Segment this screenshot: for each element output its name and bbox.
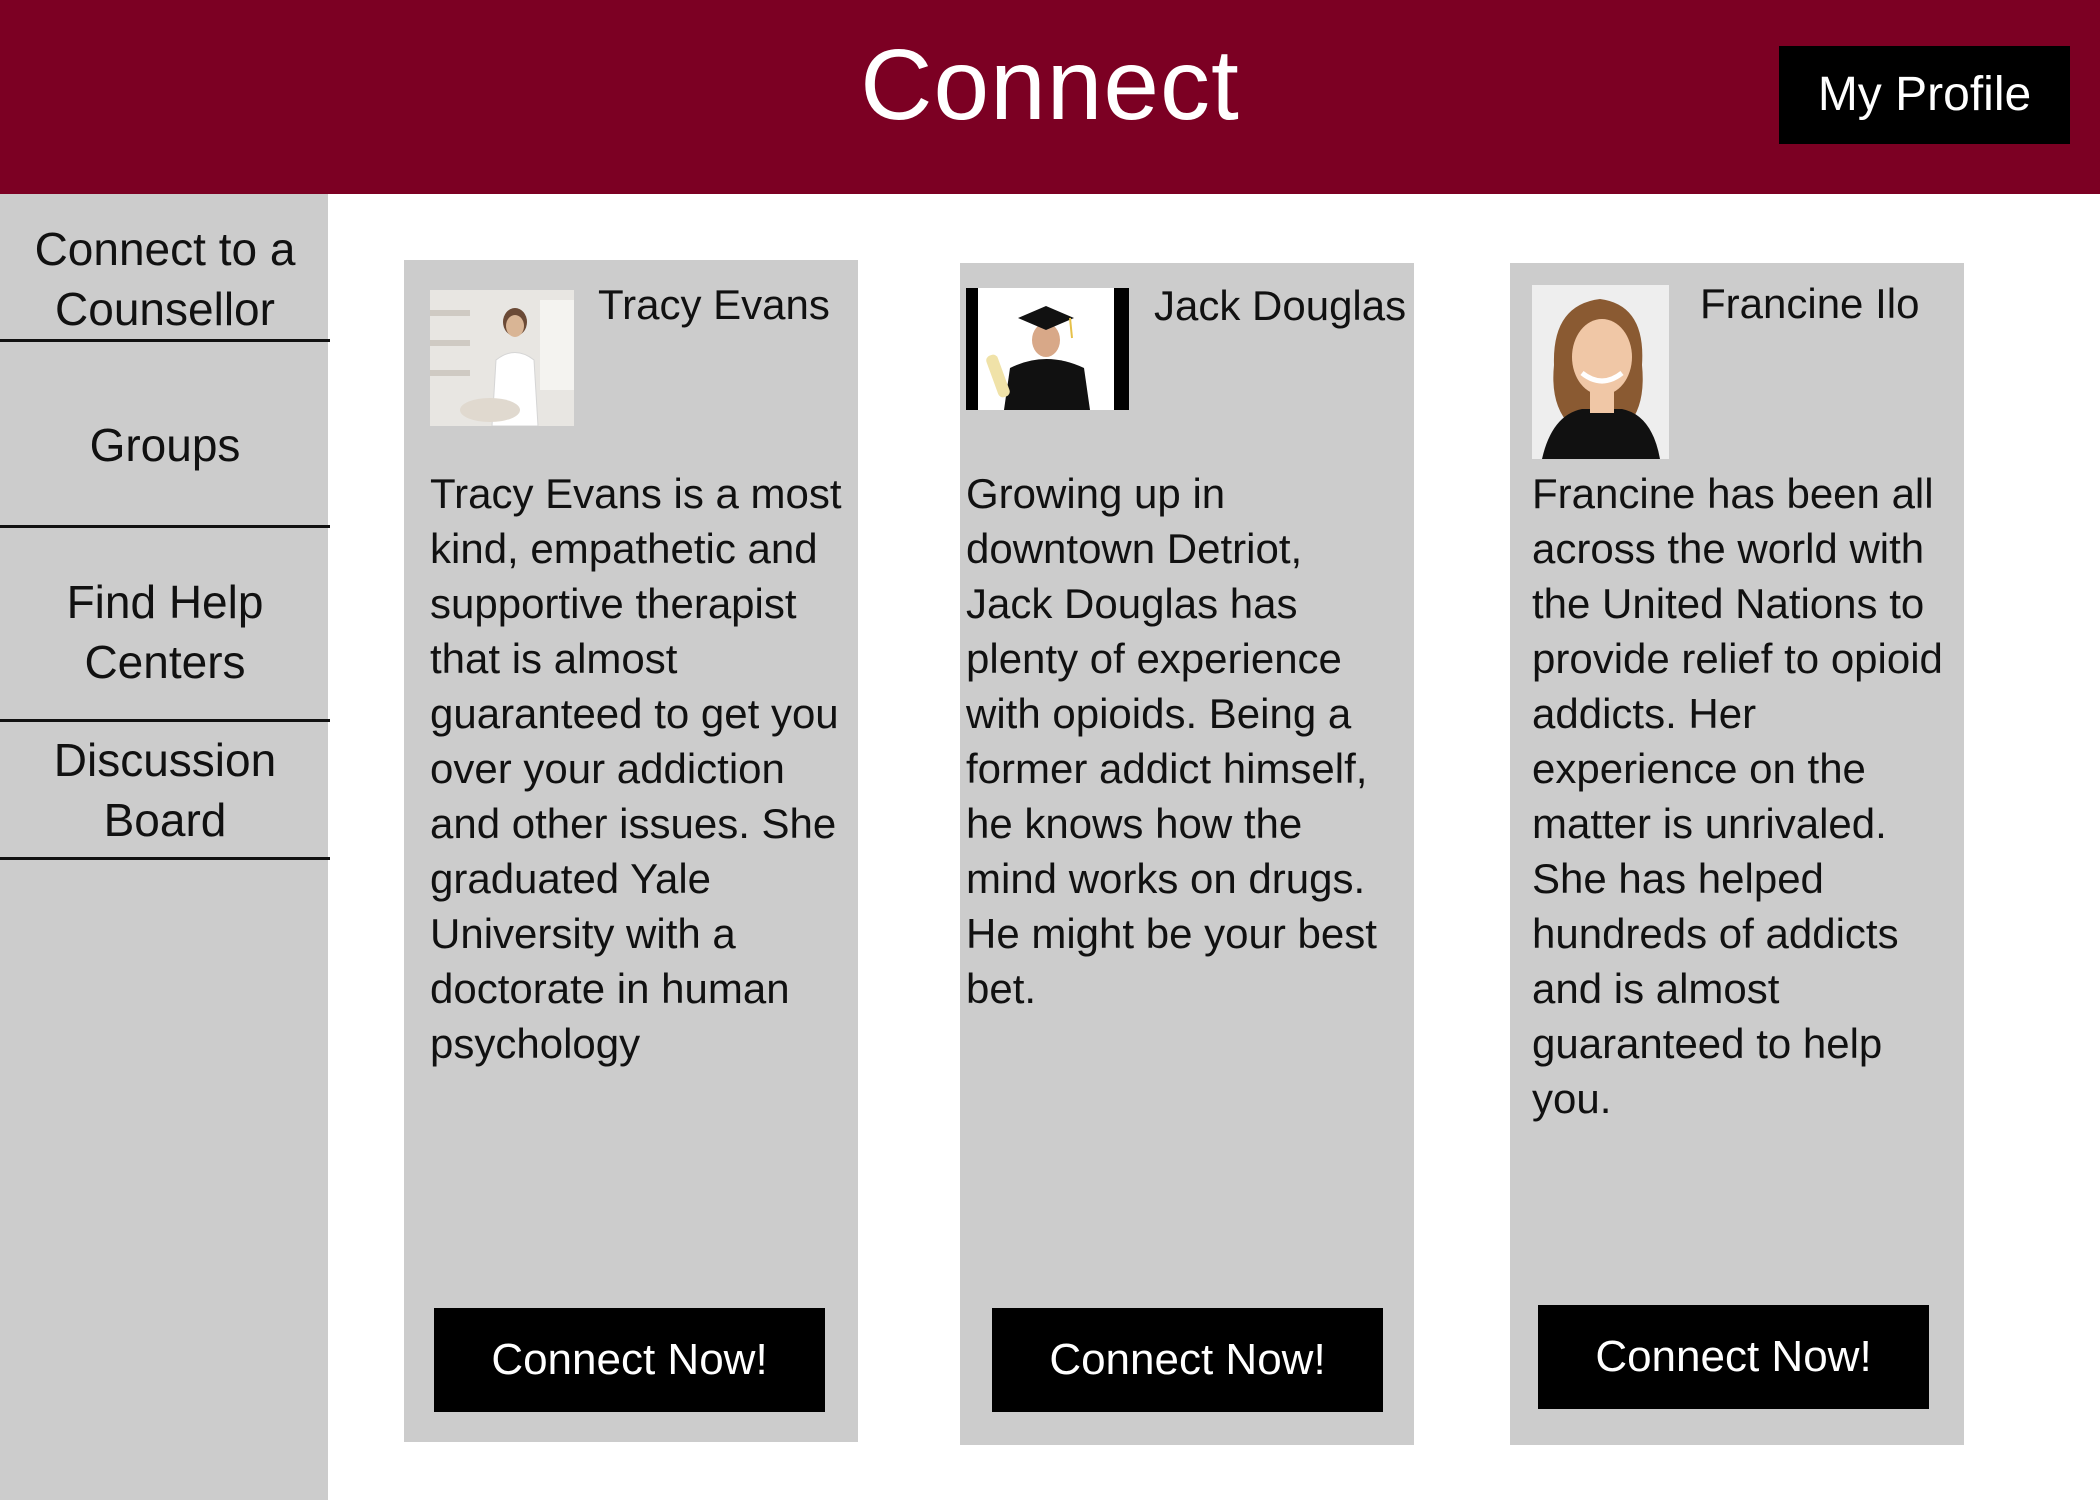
sidebar-item-discussion-board[interactable]: Discussion Board <box>0 722 330 860</box>
counsellor-card: Francine Ilo Francine has been all acros… <box>1510 263 1964 1445</box>
counsellor-bio: Francine has been all across the world w… <box>1532 470 1943 1122</box>
top-header: Connect My Profile <box>0 0 2100 194</box>
sidebar-item-find-help-centers[interactable]: Find Help Centers <box>0 545 330 722</box>
sidebar: Connect to a Counsellor Groups Find Help… <box>0 194 330 1500</box>
connect-now-button[interactable]: Connect Now! <box>434 1308 825 1412</box>
counsellor-photo <box>1532 285 1669 459</box>
sidebar-item-label: Find Help Centers <box>66 576 264 688</box>
my-profile-button[interactable]: My Profile <box>1779 46 2070 144</box>
sidebar-item-label: Groups <box>89 418 241 471</box>
sidebar-item-groups[interactable]: Groups <box>0 364 330 528</box>
counsellor-name: Francine Ilo <box>1700 280 1920 327</box>
counsellor-card: Tracy Evans Tracy Evans is a most kind, … <box>404 260 858 1442</box>
connect-now-button[interactable]: Connect Now! <box>1538 1305 1929 1409</box>
counsellor-card: Jack Douglas Growing up in downtown Detr… <box>960 263 1414 1445</box>
counsellor-bio: Growing up in downtown Detriot, Jack Dou… <box>966 470 1377 1012</box>
counsellor-photo <box>966 288 1129 410</box>
counsellor-name: Jack Douglas <box>1154 282 1407 329</box>
counsellor-photo <box>430 290 574 426</box>
connect-now-button[interactable]: Connect Now! <box>992 1308 1383 1412</box>
sidebar-item-label: Discussion Board <box>53 733 277 846</box>
counsellor-name: Tracy Evans <box>598 281 830 328</box>
sidebar-item-label: Connect to a Counsellor <box>34 223 296 335</box>
counsellor-bio: Tracy Evans is a most kind, empathetic a… <box>430 470 842 1067</box>
sidebar-item-connect-counsellor[interactable]: Connect to a Counsellor <box>0 219 330 342</box>
